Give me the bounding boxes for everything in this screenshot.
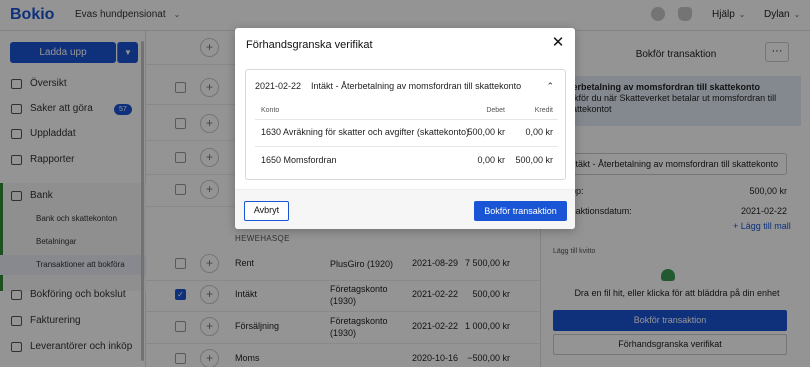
voucher-header[interactable]: 2021-02-22 Intäkt - Återbetalning av moms…: [255, 81, 521, 91]
close-icon[interactable]: ✕: [551, 35, 565, 50]
entry-credit: 500,00 kr: [515, 155, 553, 165]
divider: [255, 146, 558, 147]
column-header-account: Konto: [261, 107, 280, 114]
entry-debit: 0,00 kr: [477, 155, 505, 165]
entry-credit: 0,00 kr: [525, 127, 553, 137]
divider: [255, 119, 558, 120]
column-header-credit: Kredit: [534, 107, 553, 114]
modal-footer: Avbryt Bokför transaktion: [235, 189, 575, 229]
preview-voucher-modal: Förhandsgranska verifikat ✕ 2021-02-22 In…: [235, 28, 575, 229]
voucher-description: Intäkt - Återbetalning av momsfordran ti…: [311, 81, 522, 91]
cancel-button[interactable]: Avbryt: [244, 201, 289, 221]
modal-title: Förhandsgranska verifikat: [246, 39, 373, 51]
entry-debit: 500,00 kr: [467, 127, 505, 137]
entry-account: 1630 Avräkning för skatter och avgifter …: [261, 127, 469, 137]
voucher-date: 2021-02-22: [255, 81, 302, 91]
voucher-card: 2021-02-22 Intäkt - Återbetalning av moms…: [245, 69, 566, 180]
entry-account: 1650 Momsfordran: [261, 155, 337, 165]
chevron-up-icon[interactable]: ⌃: [546, 81, 554, 92]
book-transaction-button[interactable]: Bokför transaktion: [474, 201, 567, 221]
column-header-debit: Debet: [486, 107, 505, 114]
